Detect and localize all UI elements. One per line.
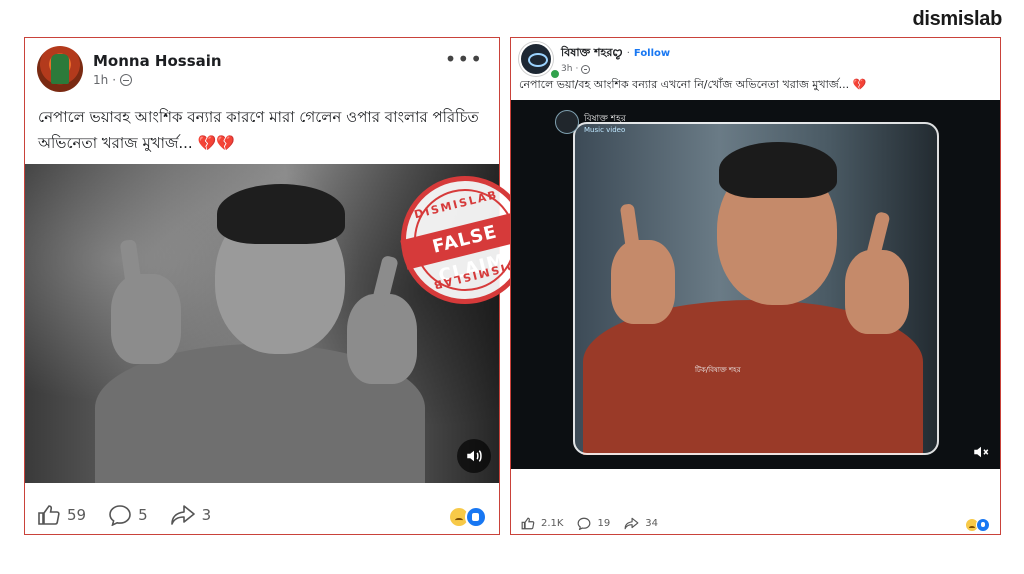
video-frame-border <box>573 122 939 455</box>
like-count: 59 <box>67 506 87 524</box>
broken-heart-emoji: 💔 <box>852 78 867 91</box>
channel-name: বিষাক্ত শহর <box>584 113 626 124</box>
post-actions: 59 5 3 <box>37 504 211 526</box>
post-meta: 1h · <box>93 73 222 87</box>
post-meta: 3h · <box>561 64 670 74</box>
author-avatar[interactable] <box>37 46 83 92</box>
page-meta: বিষাক্ত শহরꨄ · Follow 3h · <box>561 42 670 74</box>
share-button[interactable]: 3 <box>170 504 212 526</box>
mute-icon[interactable] <box>972 443 990 461</box>
post-header: বিষাক্ত শহরꨄ · Follow 3h · <box>519 42 670 80</box>
thumbs-up-icon <box>38 505 60 525</box>
like-reaction-icon <box>465 506 487 528</box>
more-options-icon[interactable]: ••• <box>445 49 483 69</box>
caption-text: নেপালে ভয়া/বহ আংশিক বন্যার এখনো নি/খোঁজ… <box>519 78 850 91</box>
right-post-card: বিষাক্ত শহরꨄ · Follow 3h · নেপালে ভয়া/ব… <box>510 37 1001 535</box>
comment-count: 19 <box>597 518 611 529</box>
post-actions: 2.1K 19 34 <box>521 517 658 530</box>
post-video[interactable]: বিষাক্ত শহর Music video টিক/বিষাক্ত শহর <box>511 100 1000 469</box>
share-count: 34 <box>645 518 658 529</box>
post-time[interactable]: 1h <box>93 73 108 87</box>
post-time[interactable]: 3h <box>561 64 572 74</box>
left-post-card: Monna Hossain 1h · ••• নেপালে ভয়াবহ আংশ… <box>24 37 543 535</box>
page-name[interactable]: বিষাক্ত শহরꨄ <box>561 44 623 63</box>
share-button[interactable]: 34 <box>624 517 658 530</box>
broken-heart-emoji: 💔💔 <box>197 134 235 152</box>
separator-dot: · <box>575 64 579 74</box>
comment-count: 5 <box>138 506 148 524</box>
author-meta: Monna Hossain 1h · <box>93 46 222 87</box>
globe-icon <box>120 74 133 86</box>
post-caption: নেপালে ভয়াবহ আংশিক বন্যার কারণে মারা গে… <box>38 104 486 156</box>
video-watermark: টিক/বিষাক্ত শহর <box>695 366 741 374</box>
comment-icon <box>578 517 591 530</box>
separator-dot: · <box>112 73 117 87</box>
thumbs-up-icon <box>521 517 535 530</box>
share-count: 3 <box>201 506 212 524</box>
avatar-wrap <box>519 42 561 80</box>
share-icon <box>624 517 639 530</box>
share-icon <box>170 505 195 525</box>
caption-text: নেপালে ভয়াবহ আংশিক বন্যার কারণে মারা গে… <box>38 108 479 152</box>
reaction-icons[interactable] <box>448 506 487 528</box>
like-count: 2.1K <box>541 518 564 529</box>
channel-badge: বিষাক্ত শহর Music video <box>555 110 626 134</box>
channel-tag: Music video <box>584 125 626 134</box>
like-reaction-icon <box>976 518 990 532</box>
globe-icon <box>581 64 591 74</box>
post-header: Monna Hossain 1h · <box>37 46 222 92</box>
page-name-row: বিষাক্ত শহরꨄ · Follow <box>561 44 670 63</box>
comment-button[interactable]: 19 <box>577 517 610 530</box>
like-button[interactable]: 2.1K <box>521 517 563 530</box>
post-caption: নেপালে ভয়া/বহ আংশিক বন্যার এখনো নি/খোঁজ… <box>519 76 989 95</box>
author-name[interactable]: Monna Hossain <box>93 52 222 70</box>
like-button[interactable]: 59 <box>37 504 86 526</box>
comment-button[interactable]: 5 <box>108 504 148 526</box>
volume-icon[interactable] <box>457 439 491 473</box>
separator-dot: · <box>626 48 630 59</box>
page-avatar[interactable] <box>519 42 553 76</box>
comment-icon <box>109 505 131 526</box>
channel-logo-icon <box>555 110 579 134</box>
follow-button[interactable]: Follow <box>634 48 670 59</box>
dismislab-logo: dismislab <box>912 8 1002 30</box>
reaction-icons[interactable] <box>965 518 990 532</box>
